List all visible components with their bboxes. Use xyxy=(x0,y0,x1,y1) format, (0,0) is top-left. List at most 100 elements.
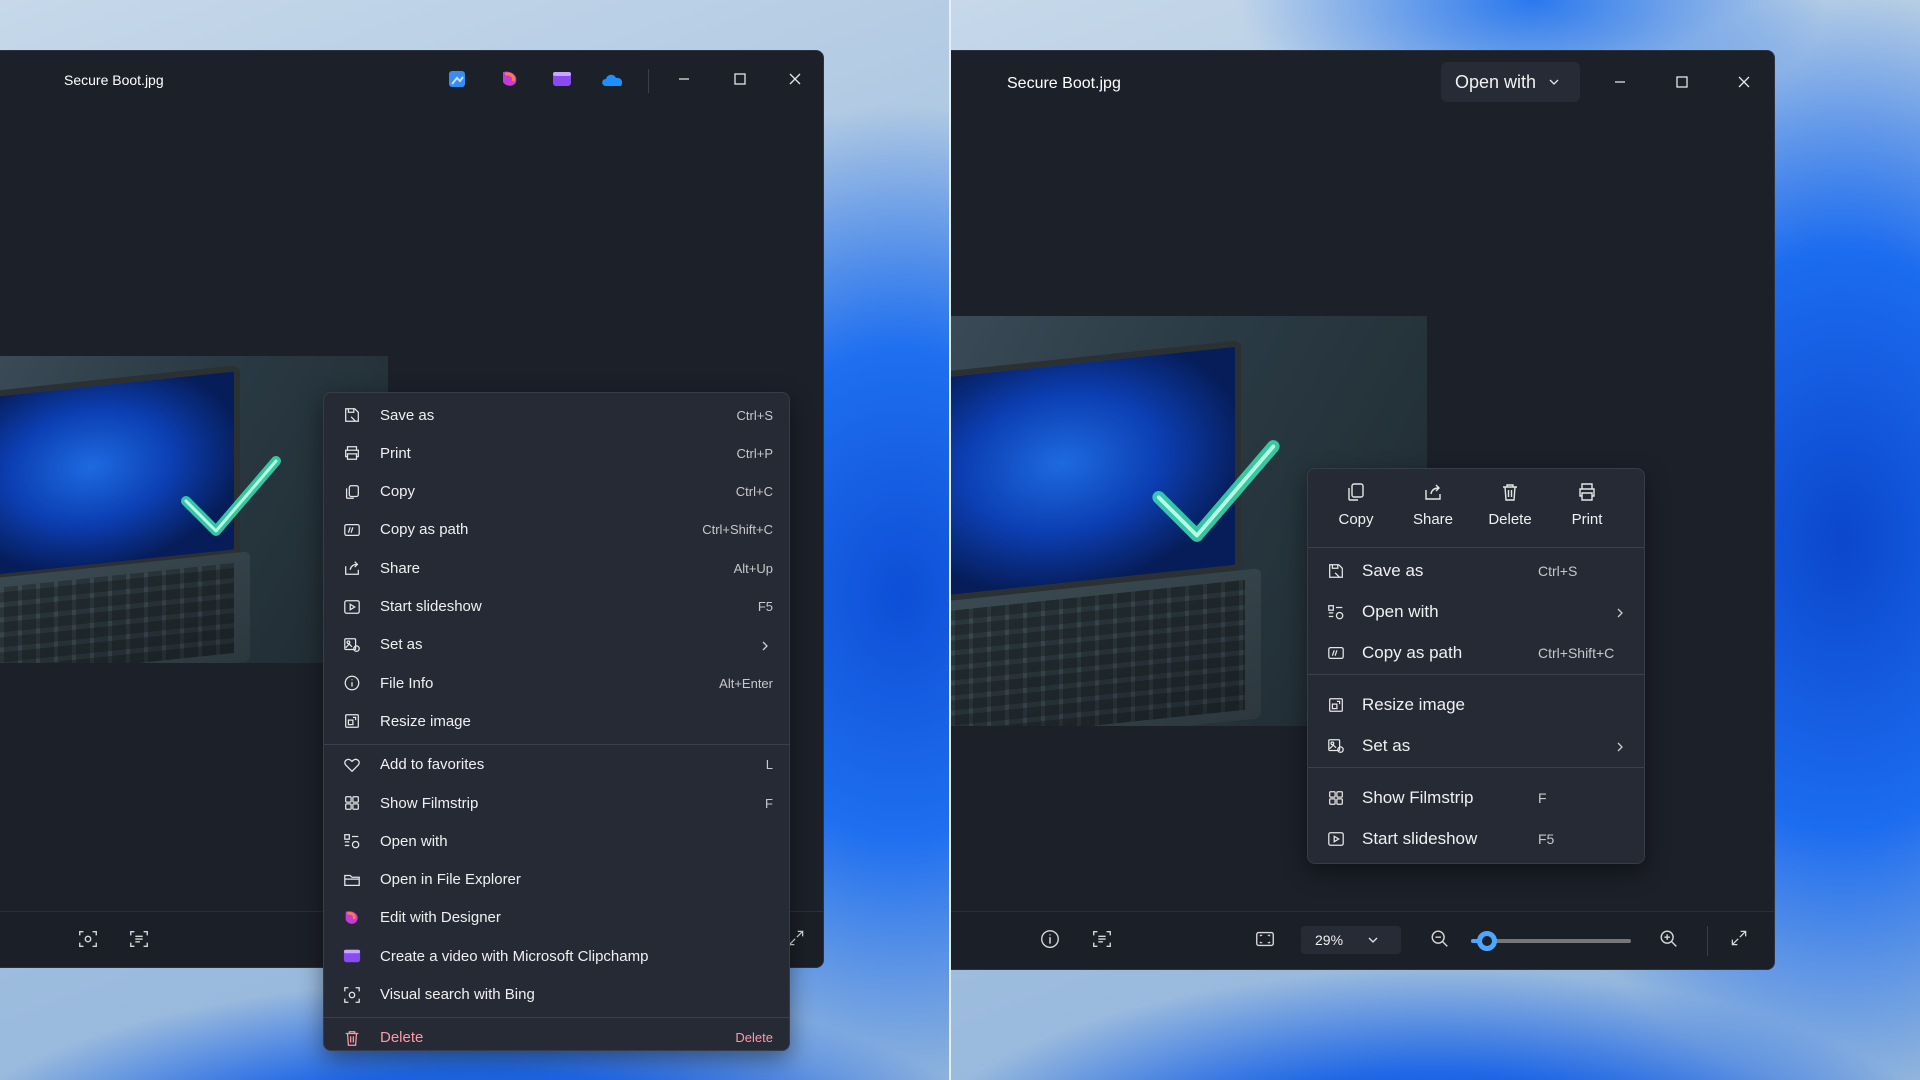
close-button[interactable] xyxy=(773,61,817,97)
menu-item-shortcut: Ctrl+Shift+C xyxy=(1538,645,1615,661)
text-recognition-icon[interactable] xyxy=(128,928,152,952)
onedrive-cloud-icon[interactable] xyxy=(600,70,626,88)
share-icon xyxy=(1422,481,1444,503)
chevron-right-icon xyxy=(1614,606,1626,618)
menu-item-start-slideshow[interactable]: Start slideshow F5 xyxy=(328,589,785,625)
toolbar-separator xyxy=(1707,926,1708,956)
menu-item-print[interactable]: Print Ctrl+P xyxy=(328,435,785,471)
menu-item-label: Copy xyxy=(380,483,416,501)
menu-item-label: Start slideshow xyxy=(380,598,482,615)
menu-item-label: Edit with Designer xyxy=(380,909,501,927)
menu-item-share[interactable]: Share Alt+Up xyxy=(328,550,785,586)
designer-icon xyxy=(342,908,362,928)
copy-path-icon xyxy=(1326,643,1346,663)
menu-item-create-a-video-with-microsoft-clipchamp[interactable]: Create a video with Microsoft Clipchamp xyxy=(328,938,785,974)
menu-item-label: Save as xyxy=(380,406,435,424)
menu-item-add-to-favorites[interactable]: Add to favorites L xyxy=(328,747,785,783)
menu-item-label: Show Filmstrip xyxy=(1362,788,1474,807)
menu-item-label: Open in File Explorer xyxy=(380,871,521,889)
quick-share-button[interactable]: Share xyxy=(1398,481,1468,537)
info-icon[interactable] xyxy=(1039,928,1063,952)
menu-item-show-filmstrip[interactable]: Show Filmstrip F xyxy=(1312,780,1640,816)
menu-item-label: Open with xyxy=(380,832,448,850)
menu-item-label: Open with xyxy=(1362,602,1439,621)
menu-item-open-with[interactable]: Open with xyxy=(328,823,785,859)
menu-item-resize-image[interactable]: Resize image xyxy=(1312,687,1640,723)
menu-item-shortcut: L xyxy=(765,757,773,773)
open-with-label: Open with xyxy=(1455,71,1537,92)
menu-item-label: Copy as path xyxy=(380,521,469,539)
fit-to-window-icon[interactable] xyxy=(1254,928,1278,952)
chevron-right-icon xyxy=(1614,740,1626,752)
menu-item-label: Start slideshow xyxy=(1362,829,1478,848)
chevron-down-icon xyxy=(1549,79,1559,85)
minimize-button[interactable] xyxy=(1598,64,1642,100)
menu-item-label: Share xyxy=(380,559,421,577)
menu-item-open-in-file-explorer[interactable]: Open in File Explorer xyxy=(328,862,785,898)
menu-item-save-as[interactable]: Save as Ctrl+S xyxy=(328,397,785,433)
checkmark-image xyxy=(181,456,281,536)
menu-item-set-as[interactable]: Set as xyxy=(328,627,785,663)
maximize-button[interactable] xyxy=(1660,64,1704,100)
save-as-icon xyxy=(1326,561,1346,581)
zoom-slider-thumb[interactable] xyxy=(1477,931,1497,951)
maximize-button[interactable] xyxy=(718,61,762,97)
clipchamp-app-icon[interactable] xyxy=(552,70,572,88)
close-button[interactable] xyxy=(1722,64,1766,100)
menu-item-label: Delete xyxy=(380,1029,424,1047)
menu-item-shortcut: Alt+Up xyxy=(733,560,773,576)
set-as-icon xyxy=(1326,736,1346,756)
quick-delete-button[interactable]: Delete xyxy=(1475,481,1545,537)
copy-path-icon xyxy=(342,520,362,540)
menu-item-open-with[interactable]: Open with xyxy=(1312,594,1640,630)
menu-item-show-filmstrip[interactable]: Show Filmstrip F xyxy=(328,785,785,821)
set-as-icon xyxy=(342,635,362,655)
window-title: Secure Boot.jpg xyxy=(64,72,164,88)
menu-item-shortcut: Delete xyxy=(735,1030,773,1046)
open-with-button[interactable]: Open with xyxy=(1441,62,1580,102)
text-recognition-icon[interactable] xyxy=(1091,928,1115,952)
trash-icon xyxy=(342,1028,362,1048)
photo-edit-app-icon[interactable] xyxy=(448,70,468,88)
menu-item-label: Create a video with Microsoft Clipchamp xyxy=(380,947,649,965)
minimize-button[interactable] xyxy=(662,61,706,97)
menu-item-copy-as-path[interactable]: Copy as path Ctrl+Shift+C xyxy=(328,512,785,548)
menu-item-label: File Info xyxy=(380,674,434,692)
fullscreen-icon[interactable] xyxy=(1729,928,1753,952)
menu-item-label: Set as xyxy=(1362,736,1411,755)
checkmark-image xyxy=(1152,440,1280,542)
copy-icon xyxy=(342,482,362,502)
menu-item-shortcut: F5 xyxy=(757,599,773,614)
quick-print-button[interactable]: Print xyxy=(1552,481,1622,537)
title-bar: Secure Boot.jpg Open with xyxy=(951,51,1774,107)
menu-item-shortcut: F xyxy=(765,795,773,811)
menu-item-visual-search-with-bing[interactable]: Visual search with Bing xyxy=(328,977,785,1013)
menu-item-copy[interactable]: Copy Ctrl+C xyxy=(328,474,785,510)
menu-item-delete[interactable]: Delete Delete xyxy=(328,1020,785,1056)
menu-item-resize-image[interactable]: Resize image xyxy=(328,703,785,739)
menu-item-set-as[interactable]: Set as xyxy=(1312,728,1640,764)
filmstrip-icon xyxy=(342,793,362,813)
menu-item-file-info[interactable]: File Info Alt+Enter xyxy=(328,665,785,701)
slideshow-icon xyxy=(342,597,362,617)
designer-app-icon[interactable] xyxy=(500,70,520,88)
menu-item-save-as[interactable]: Save as Ctrl+S xyxy=(1312,553,1640,589)
zoom-in-icon[interactable] xyxy=(1658,928,1682,952)
menu-item-start-slideshow[interactable]: Start slideshow F5 xyxy=(1312,821,1640,857)
folder-icon xyxy=(342,870,362,890)
menu-separator xyxy=(1308,547,1644,548)
menu-separator xyxy=(1308,767,1644,768)
quick-copy-button[interactable]: Copy xyxy=(1321,481,1391,537)
printer-icon xyxy=(342,443,362,463)
visual-search-icon[interactable] xyxy=(77,928,101,952)
title-separator xyxy=(648,69,649,93)
menu-item-copy-as-path[interactable]: Copy as path Ctrl+Shift+C xyxy=(1312,635,1640,671)
zoom-out-icon[interactable] xyxy=(1429,928,1453,952)
zoom-level-dropdown[interactable]: 29% xyxy=(1301,926,1401,954)
menu-item-shortcut: Ctrl+S xyxy=(736,407,773,423)
quick-action-label: Print xyxy=(1571,511,1603,528)
printer-icon xyxy=(1576,481,1598,503)
menu-item-edit-with-designer[interactable]: Edit with Designer xyxy=(328,900,785,936)
save-as-icon xyxy=(342,405,362,425)
chevron-right-icon xyxy=(759,639,771,651)
